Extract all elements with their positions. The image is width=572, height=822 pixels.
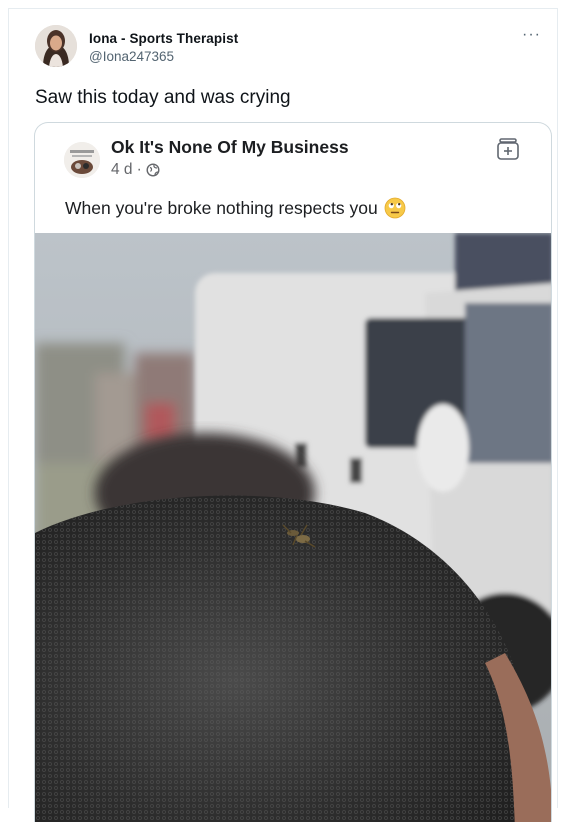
post-age[interactable]: 4 d (111, 161, 133, 179)
tweet-card[interactable]: Iona - Sports Therapist @Iona247365 ··· … (8, 8, 558, 822)
post-meta: 4 d · (111, 161, 160, 179)
page-name[interactable]: Ok It's None Of My Business (111, 137, 349, 158)
author-display-name[interactable]: Iona - Sports Therapist (89, 31, 238, 46)
author-avatar[interactable] (35, 25, 77, 67)
page-avatar[interactable] (64, 142, 100, 178)
author-handle[interactable]: @Iona247365 (89, 49, 174, 64)
add-to-collection-icon[interactable] (495, 136, 521, 162)
quoted-post-caption: When you're broke nothing respects you (65, 197, 378, 218)
quoted-post[interactable]: Ok It's None Of My Business 4 d · When y… (34, 122, 552, 822)
rolling-eyes-emoji-icon (384, 197, 406, 219)
meta-separator: · (136, 161, 142, 178)
more-horizontal-icon[interactable]: ··· (522, 27, 541, 43)
post-photo[interactable] (35, 233, 551, 822)
globe-icon (146, 163, 160, 177)
tweet-text: Saw this today and was crying (35, 87, 291, 108)
quoted-post-text: When you're broke nothing respects you (65, 197, 406, 219)
